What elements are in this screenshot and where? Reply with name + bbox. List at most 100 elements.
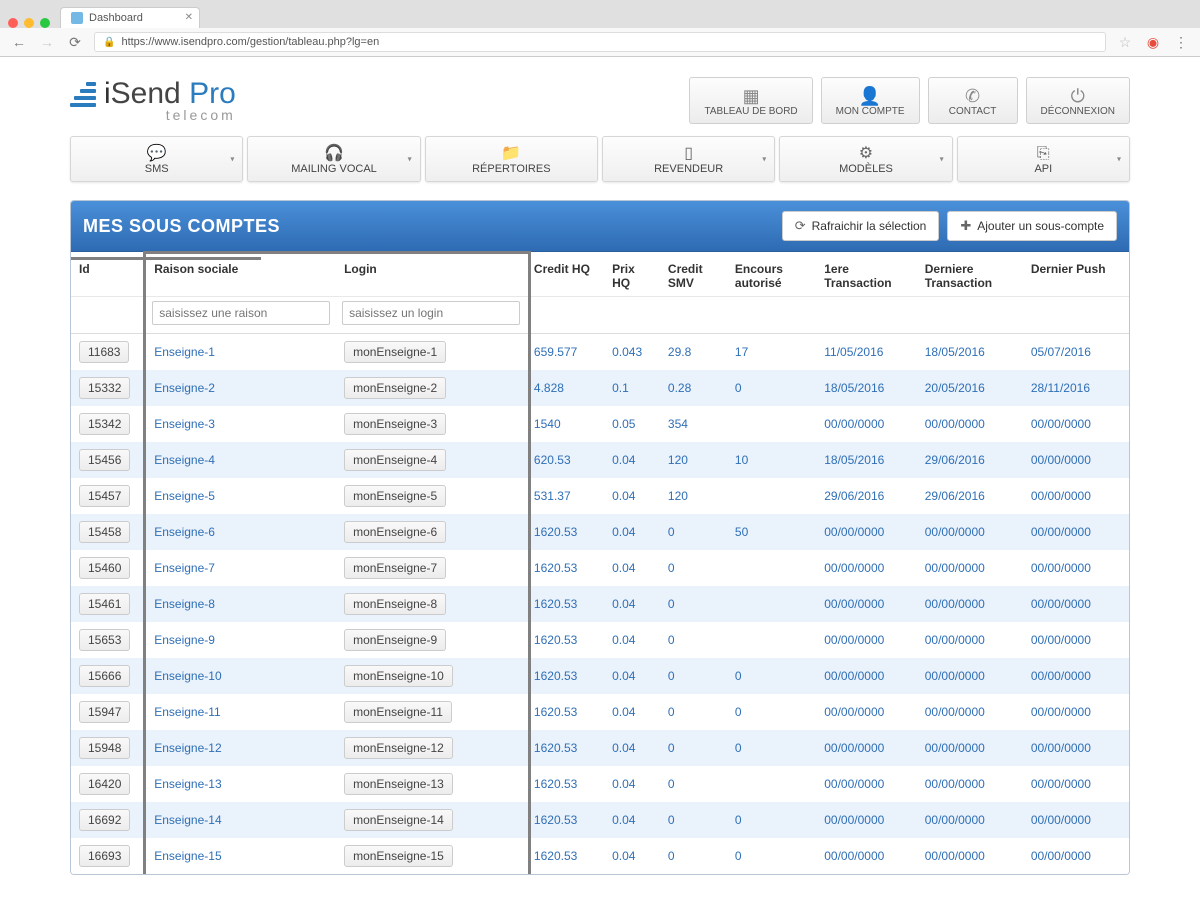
raison-link[interactable]: Enseigne-11 — [154, 705, 221, 719]
col-last-push[interactable]: Dernier Push — [1023, 252, 1129, 297]
raison-link[interactable]: Enseigne-7 — [154, 561, 215, 575]
table-row[interactable]: 15653Enseigne-9monEnseigne-91620.530.040… — [71, 622, 1129, 658]
login-chip: monEnseigne-14 — [344, 809, 453, 831]
last-tx-value: 00/00/0000 — [925, 741, 985, 755]
extension-icon[interactable]: ◉ — [1144, 34, 1162, 51]
raison-link[interactable]: Enseigne-10 — [154, 669, 221, 683]
back-icon[interactable]: ← — [10, 34, 28, 50]
mainnav-reseller[interactable]: ▯ REVENDEUR ▾ — [602, 136, 775, 182]
table-row[interactable]: 15456Enseigne-4monEnseigne-4620.530.0412… — [71, 442, 1129, 478]
encours-value: 0 — [735, 741, 742, 755]
col-encours[interactable]: Encours autorisé — [727, 252, 816, 297]
table-row[interactable]: 15460Enseigne-7monEnseigne-71620.530.040… — [71, 550, 1129, 586]
last-push-value: 00/00/0000 — [1031, 489, 1091, 503]
raison-link[interactable]: Enseigne-5 — [154, 489, 215, 503]
close-window-icon[interactable] — [8, 18, 18, 28]
raison-link[interactable]: Enseigne-15 — [154, 849, 221, 863]
col-credit-smv[interactable]: Credit SMV — [660, 252, 727, 297]
first-tx-value: 00/00/0000 — [824, 633, 884, 647]
table-row[interactable]: 16420Enseigne-13monEnseigne-131620.530.0… — [71, 766, 1129, 802]
col-login[interactable]: Login — [336, 252, 526, 297]
prix-hq-value: 0.04 — [612, 561, 635, 575]
refresh-button[interactable]: ⟳ Rafraichir la sélection — [782, 211, 940, 241]
col-prix-hq[interactable]: Prix HQ — [604, 252, 660, 297]
raison-link[interactable]: Enseigne-14 — [154, 813, 221, 827]
table-row[interactable]: 11683Enseigne-1monEnseigne-1659.5770.043… — [71, 334, 1129, 371]
url-text: https://www.isendpro.com/gestion/tableau… — [121, 36, 379, 48]
logo[interactable]: iSend Pro telecom — [70, 77, 236, 123]
col-raison[interactable]: Raison sociale — [146, 252, 336, 297]
raison-link[interactable]: Enseigne-1 — [154, 345, 215, 359]
address-bar[interactable]: 🔒 https://www.isendpro.com/gestion/table… — [94, 32, 1106, 52]
raison-link[interactable]: Enseigne-9 — [154, 633, 215, 647]
sous-comptes-panel: MES SOUS COMPTES ⟳ Rafraichir la sélecti… — [70, 200, 1130, 875]
table-row[interactable]: 16693Enseigne-15monEnseigne-151620.530.0… — [71, 838, 1129, 874]
table-row[interactable]: 15666Enseigne-10monEnseigne-101620.530.0… — [71, 658, 1129, 694]
prix-hq-value: 0.1 — [612, 381, 629, 395]
last-push-value: 00/00/0000 — [1031, 777, 1091, 791]
id-chip: 16420 — [79, 773, 130, 795]
col-credit-hq[interactable]: Credit HQ — [526, 252, 604, 297]
nav-dashboard[interactable]: ▦ TABLEAU DE BORD — [689, 77, 812, 124]
raison-link[interactable]: Enseigne-4 — [154, 453, 215, 467]
headset-icon: 🎧 — [258, 145, 409, 163]
prix-hq-value: 0.05 — [612, 417, 635, 431]
menu-icon[interactable]: ⋮ — [1172, 34, 1190, 51]
logo-text: iSend Pro — [104, 77, 236, 111]
credit-smv-value: 0 — [668, 813, 675, 827]
folder-icon: 📁 — [436, 145, 587, 163]
raison-link[interactable]: Enseigne-2 — [154, 381, 215, 395]
table-row[interactable]: 15458Enseigne-6monEnseigne-61620.530.040… — [71, 514, 1129, 550]
first-tx-value: 00/00/0000 — [824, 525, 884, 539]
gear-icon: ⚙ — [790, 145, 941, 163]
table-row[interactable]: 16692Enseigne-14monEnseigne-141620.530.0… — [71, 802, 1129, 838]
last-push-value: 00/00/0000 — [1031, 813, 1091, 827]
filter-login-input[interactable] — [342, 301, 520, 325]
prix-hq-value: 0.04 — [612, 741, 635, 755]
mainnav-models[interactable]: ⚙ MODÈLES ▾ — [779, 136, 952, 182]
table-row[interactable]: 15461Enseigne-8monEnseigne-81620.530.040… — [71, 586, 1129, 622]
mainnav-api[interactable]: ⎘ API ▾ — [957, 136, 1130, 182]
reload-icon[interactable]: ⟳ — [66, 34, 84, 51]
last-tx-value: 00/00/0000 — [925, 813, 985, 827]
col-last-tx[interactable]: Derniere Transaction — [917, 252, 1023, 297]
table-row[interactable]: 15947Enseigne-11monEnseigne-111620.530.0… — [71, 694, 1129, 730]
nav-account[interactable]: 👤 MON COMPTE — [821, 77, 920, 124]
nav-logout[interactable]: ⏻ DÉCONNEXION — [1026, 77, 1130, 124]
forward-icon[interactable]: → — [38, 34, 56, 50]
nav-account-label: MON COMPTE — [836, 106, 905, 117]
minimize-window-icon[interactable] — [24, 18, 34, 28]
nav-contact[interactable]: ✆ CONTACT — [928, 77, 1018, 124]
table-row[interactable]: 15948Enseigne-12monEnseigne-121620.530.0… — [71, 730, 1129, 766]
credit-hq-value: 659.577 — [534, 345, 577, 359]
nav-dashboard-label: TABLEAU DE BORD — [704, 106, 797, 117]
last-push-value: 00/00/0000 — [1031, 597, 1091, 611]
first-tx-value: 00/00/0000 — [824, 561, 884, 575]
browser-tab[interactable]: Dashboard ✕ — [60, 7, 200, 28]
maximize-window-icon[interactable] — [40, 18, 50, 28]
raison-link[interactable]: Enseigne-3 — [154, 417, 215, 431]
favicon-icon — [71, 12, 83, 24]
code-icon: ⎘ — [968, 145, 1119, 163]
col-first-tx[interactable]: 1ere Transaction — [816, 252, 917, 297]
raison-link[interactable]: Enseigne-6 — [154, 525, 215, 539]
raison-link[interactable]: Enseigne-13 — [154, 777, 221, 791]
first-tx-value: 29/06/2016 — [824, 489, 884, 503]
mainnav-sms[interactable]: 💬 SMS ▾ — [70, 136, 243, 182]
add-subaccount-button[interactable]: ✚ Ajouter un sous-compte — [947, 211, 1117, 241]
close-tab-icon[interactable]: ✕ — [185, 12, 193, 23]
id-chip: 15460 — [79, 557, 130, 579]
prix-hq-value: 0.04 — [612, 849, 635, 863]
col-id[interactable]: Id — [71, 252, 146, 297]
table-row[interactable]: 15332Enseigne-2monEnseigne-24.8280.10.28… — [71, 370, 1129, 406]
table-row[interactable]: 15457Enseigne-5monEnseigne-5531.370.0412… — [71, 478, 1129, 514]
credit-hq-value: 620.53 — [534, 453, 571, 467]
last-tx-value: 00/00/0000 — [925, 417, 985, 431]
mainnav-vocal[interactable]: 🎧 MAILING VOCAL ▾ — [247, 136, 420, 182]
raison-link[interactable]: Enseigne-8 — [154, 597, 215, 611]
mainnav-dirs[interactable]: 📁 RÉPERTOIRES — [425, 136, 598, 182]
raison-link[interactable]: Enseigne-12 — [154, 741, 221, 755]
bookmark-icon[interactable]: ☆ — [1116, 34, 1134, 51]
table-row[interactable]: 15342Enseigne-3monEnseigne-315400.053540… — [71, 406, 1129, 442]
filter-raison-input[interactable] — [152, 301, 330, 325]
